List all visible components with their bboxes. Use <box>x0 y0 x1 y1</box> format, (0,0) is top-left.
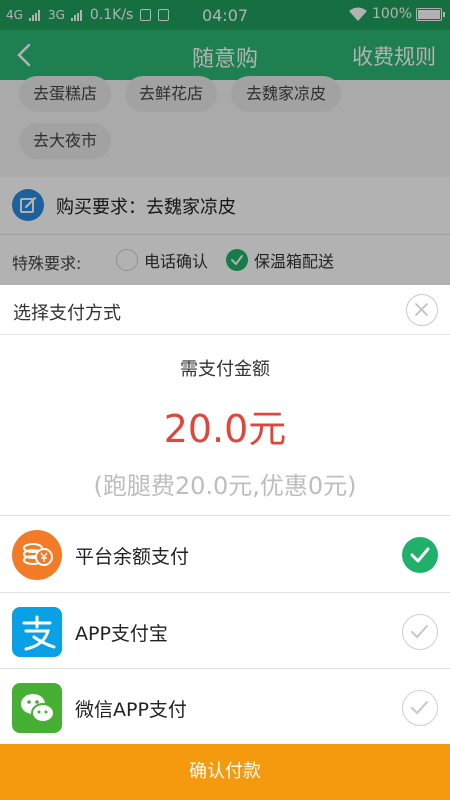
pay-method-label: 微信APP支付 <box>75 699 187 721</box>
unselected-check-icon[interactable] <box>402 614 438 650</box>
amount-label: 需支付金额 <box>180 359 270 380</box>
payment-sheet: 选择支付方式 需支付金额 20.0元 (跑腿费20.0元,优惠0元) 平台余额支… <box>0 285 450 800</box>
close-button[interactable] <box>406 294 438 326</box>
pay-method-label: 平台余额支付 <box>75 546 190 568</box>
wallet-icon <box>12 530 62 580</box>
pay-method-alipay[interactable]: APP支付宝 <box>0 593 450 669</box>
pay-method-balance[interactable]: 平台余额支付 <box>0 516 450 592</box>
confirm-payment-button[interactable]: 确认付款 <box>0 744 450 800</box>
sheet-title: 选择支付方式 <box>13 303 121 324</box>
sheet-header: 选择支付方式 <box>0 285 450 335</box>
selected-check-icon[interactable] <box>402 537 438 573</box>
pay-method-label: APP支付宝 <box>75 623 168 645</box>
unselected-check-icon[interactable] <box>402 690 438 726</box>
amount-value: 20.0元 <box>163 407 287 451</box>
pay-method-wechat[interactable]: 微信APP支付 <box>0 669 450 745</box>
close-icon <box>415 303 428 316</box>
fee-detail: (跑腿费20.0元,优惠0元) <box>93 472 357 500</box>
dim-overlay[interactable] <box>0 0 450 285</box>
wechat-icon <box>12 683 62 733</box>
alipay-icon <box>12 607 62 657</box>
